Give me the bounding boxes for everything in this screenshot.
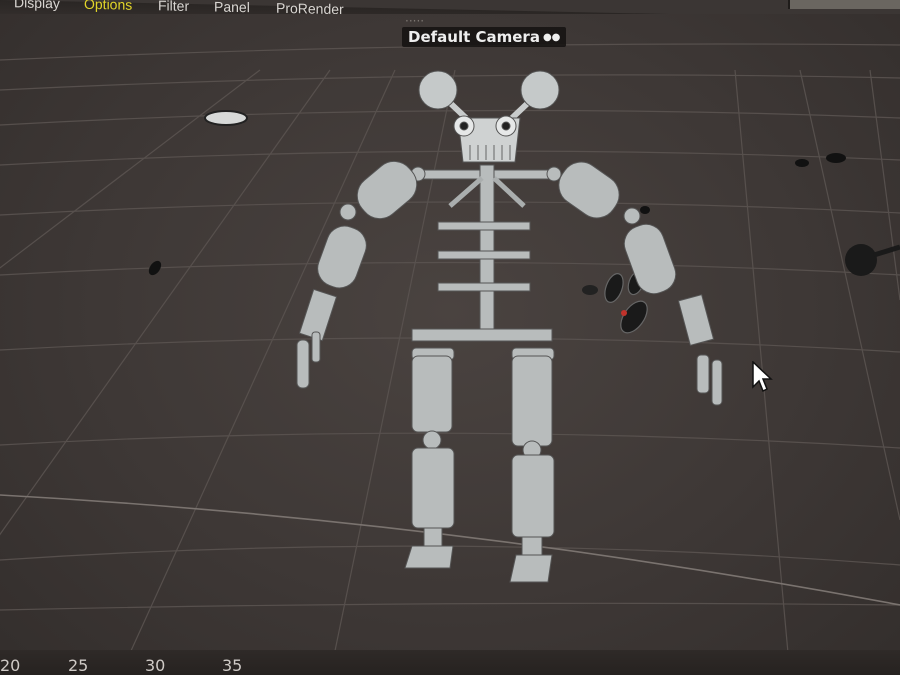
camera-dots-icon: ●●: [542, 31, 561, 43]
menu-options[interactable]: Options: [84, 0, 132, 13]
viewport-toolbar-widget[interactable]: [788, 0, 900, 9]
menu-panel[interactable]: Panel: [214, 0, 250, 15]
mouse-cursor-icon: [752, 360, 776, 400]
menu-display[interactable]: Display: [14, 0, 60, 11]
floor-grid: [0, 43, 900, 675]
3d-viewport[interactable]: ····· Default Camera ●●: [0, 14, 900, 675]
camera-label-text: Default Camera: [408, 28, 540, 46]
camera-label-shadow: ·····: [405, 14, 425, 28]
camera-selector[interactable]: Default Camera ●●: [402, 27, 567, 47]
skeleton-rig-model: [296, 70, 723, 583]
timeline-tick: 35: [222, 656, 243, 675]
menu-filter[interactable]: Filter: [158, 0, 189, 14]
timeline-tick: 25: [68, 656, 89, 675]
timeline-tick: 30: [145, 656, 166, 675]
timeline-tick: 20: [0, 656, 21, 675]
timeline-ruler[interactable]: 20 25 30 35: [0, 650, 900, 675]
